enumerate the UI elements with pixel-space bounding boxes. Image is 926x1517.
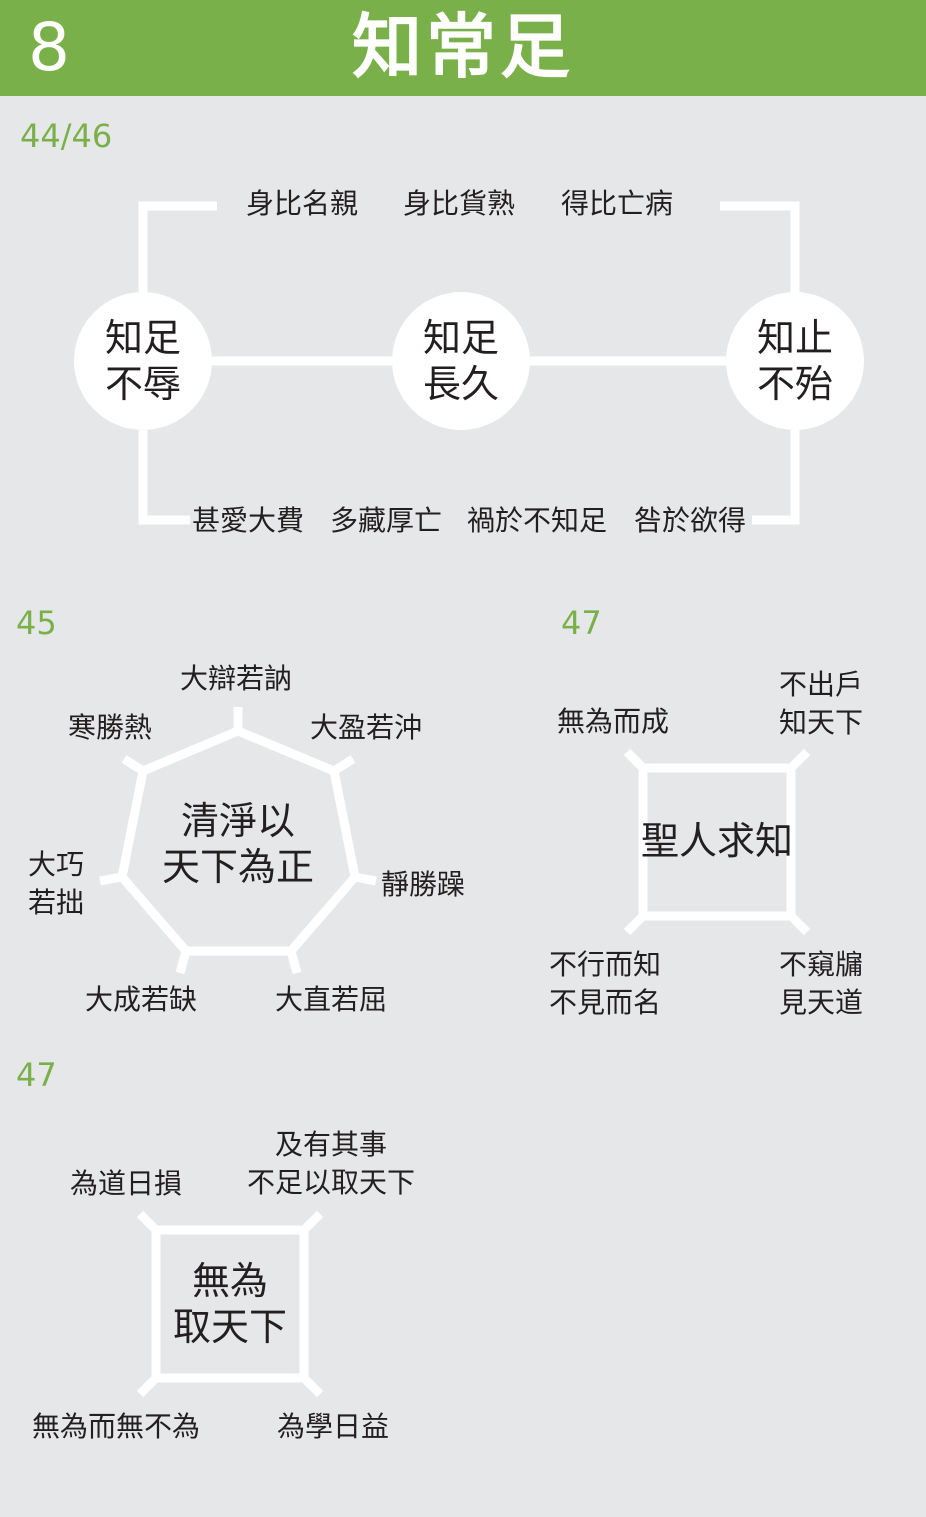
node-text-left: 知足 不辱 [104, 316, 181, 406]
bottom-phrase-3: 禍於不知足 [467, 504, 608, 537]
bottom-phrase-2: 多藏厚亡 [330, 504, 443, 537]
outer-upper-left: 寒勝熱 [68, 711, 153, 744]
section-label-47-b: 47 [16, 1056, 57, 1094]
heptagon-center-text: 清淨以 天下為正 [161, 799, 314, 889]
section-label-45: 45 [16, 604, 57, 642]
top-phrase-1: 身比名親 [246, 187, 359, 220]
connector-bottom-left [138, 430, 190, 525]
s4-bottom-right: 為學日益 [277, 1410, 390, 1443]
bottom-phrase-4: 咎於欲得 [634, 504, 747, 537]
outer-left: 大巧 若拙 [28, 848, 85, 919]
s3-bottom-right: 不窺牖 見天道 [779, 948, 864, 1019]
connector-top-right [720, 201, 800, 300]
s4-center-text: 無為 取天下 [172, 1259, 287, 1349]
s4-bottom-left: 無為而無不為 [32, 1410, 201, 1443]
node-text-center: 知足 長久 [422, 316, 499, 406]
node-text-right: 知止 不殆 [756, 316, 833, 406]
top-phrase-2: 身比貨熟 [403, 187, 516, 220]
s3-top-left: 無為而成 [557, 705, 670, 738]
connector-top-left [138, 201, 217, 300]
section-label-44-46: 44/46 [20, 117, 113, 155]
bottom-phrase-1: 甚愛大費 [192, 504, 305, 537]
s4-top-left: 為道日損 [70, 1167, 183, 1200]
s4-top-right: 及有其事 不足以取天下 [247, 1128, 416, 1199]
s3-top-right: 不出戶 知天下 [779, 668, 864, 739]
outer-lower-left: 大成若缺 [85, 983, 198, 1016]
top-phrase-3: 得比亡病 [561, 187, 674, 220]
outer-lower-right: 大直若屈 [275, 983, 388, 1016]
s3-bottom-left: 不行而知 不見而名 [549, 948, 662, 1019]
s3-center-text: 聖人求知 [640, 819, 793, 863]
connector-bottom-right [752, 430, 800, 525]
section-label-47-a: 47 [561, 604, 602, 642]
outer-right: 靜勝躁 [381, 868, 466, 901]
outer-top: 大辯若訥 [180, 662, 293, 695]
outer-upper-right: 大盈若沖 [310, 711, 423, 744]
